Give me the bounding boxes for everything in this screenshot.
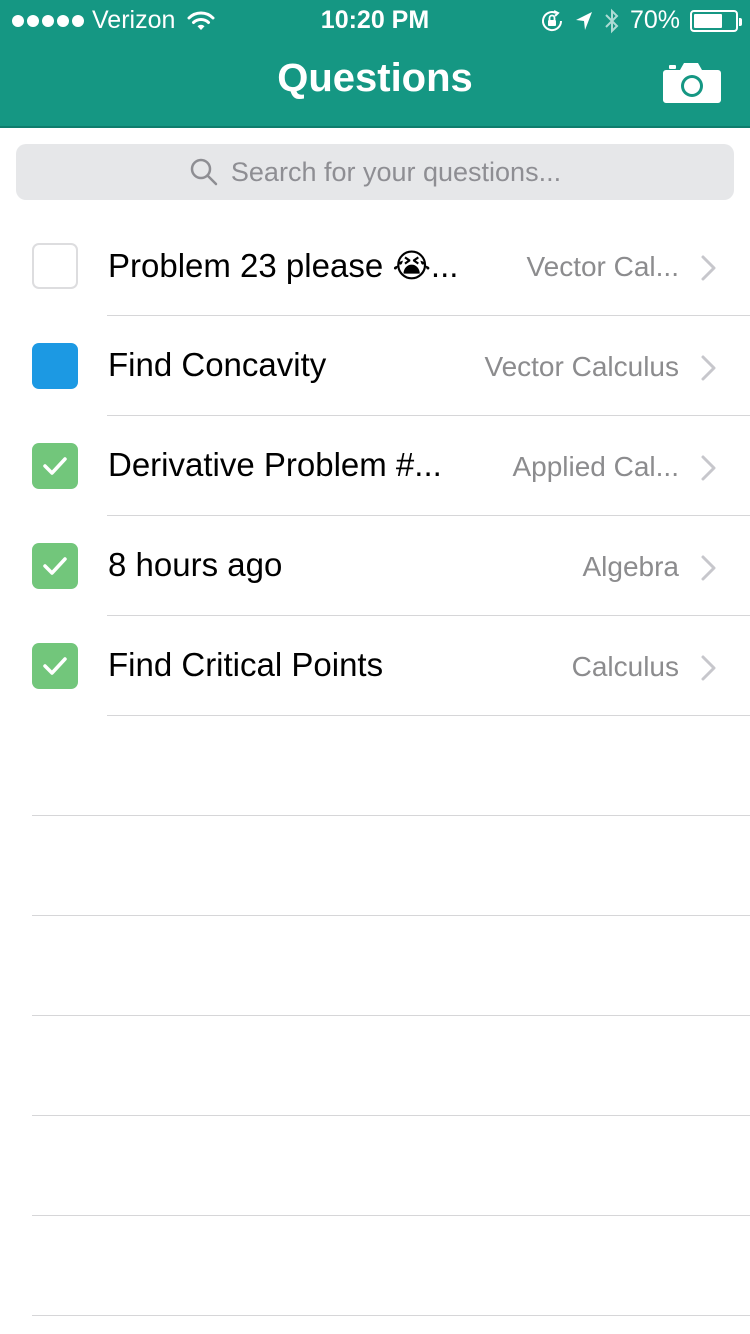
status-checkbox-checked[interactable] — [32, 643, 78, 689]
question-subject: Vector Cal... — [526, 251, 679, 282]
row-separator — [32, 815, 750, 816]
question-subject: Algebra — [582, 551, 679, 582]
question-title: Find Concavity — [108, 346, 327, 383]
status-checkbox-checked[interactable] — [32, 543, 78, 589]
battery-percentage: 70% — [629, 6, 680, 34]
question-row[interactable]: Problem 23 please 😭... Vector Cal... — [0, 216, 750, 316]
question-title: Find Critical Points — [108, 646, 384, 683]
page-title: Questions — [277, 56, 473, 100]
row-separator — [32, 1015, 750, 1016]
search-icon — [190, 158, 218, 186]
camera-icon[interactable] — [662, 60, 722, 104]
chevron-right-icon — [701, 655, 716, 681]
bluetooth-icon — [605, 8, 619, 33]
status-right: 70% — [540, 6, 742, 35]
chevron-right-icon — [701, 455, 716, 481]
question-row[interactable]: Find Concavity Vector Calculus — [0, 316, 750, 416]
status-checkbox-pending[interactable] — [32, 343, 78, 389]
question-title: Problem 23 please 😭... — [108, 247, 459, 284]
question-title: 8 hours ago — [108, 546, 283, 583]
row-separator — [32, 915, 750, 916]
search-bar[interactable]: Search for your questions... — [16, 144, 734, 200]
chevron-right-icon — [701, 255, 716, 281]
row-separator — [32, 1215, 750, 1216]
orientation-lock-icon — [542, 9, 562, 31]
status-checkbox-empty[interactable] — [32, 243, 78, 289]
search-placeholder: Search for your questions... — [230, 156, 562, 187]
question-row[interactable]: 8 hours ago Algebra — [0, 516, 750, 616]
chevron-right-icon — [701, 555, 716, 581]
checkmark-icon — [43, 657, 67, 675]
status-checkbox-checked[interactable] — [32, 443, 78, 489]
battery-icon — [690, 9, 742, 32]
checkmark-icon — [43, 457, 67, 475]
row-separator — [32, 1315, 750, 1316]
question-title: Derivative Problem #... — [108, 446, 442, 483]
question-subject: Calculus — [571, 651, 679, 682]
status-bar: Verizon 10:20 PM 70% — [0, 0, 750, 40]
chevron-right-icon — [701, 355, 716, 381]
question-subject: Applied Cal... — [512, 451, 679, 482]
question-row[interactable]: Derivative Problem #... Applied Cal... — [0, 416, 750, 516]
location-arrow-icon — [575, 11, 592, 30]
question-row[interactable]: Find Critical Points Calculus — [0, 616, 750, 716]
navigation-header: Verizon 10:20 PM 70% Questions — [0, 0, 750, 128]
question-list: Problem 23 please 😭... Vector Cal... Find … — [0, 216, 750, 716]
checkmark-icon — [43, 557, 67, 575]
row-separator — [32, 1115, 750, 1116]
question-subject: Vector Calculus — [484, 351, 679, 382]
battery-level — [694, 13, 722, 28]
